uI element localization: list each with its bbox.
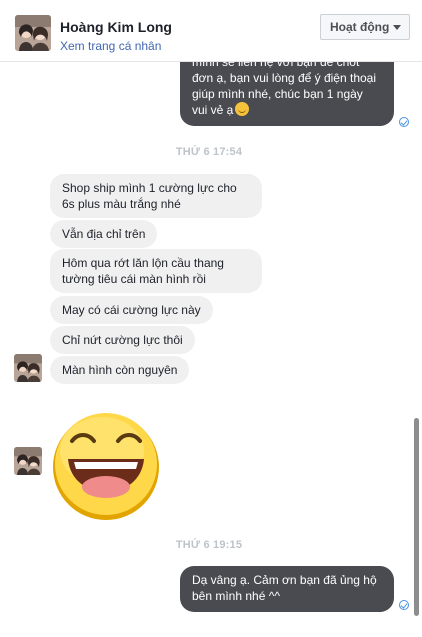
- timestamp: THỨ 6 17:54: [175, 146, 243, 158]
- sender-avatar[interactable]: [14, 447, 42, 475]
- message-text: Màn hình còn nguyên: [62, 363, 178, 377]
- outgoing-message: Dạ vâng ạ. Cảm ơn bạn đã ủng hộ bên mình…: [180, 566, 394, 612]
- outgoing-message: mình sẽ liên hệ với bạn để chốt đơn ạ, b…: [180, 62, 394, 126]
- sender-avatar[interactable]: [14, 354, 42, 382]
- message-text: Vẫn địa chỉ trên: [62, 227, 146, 241]
- message-line: Shop ship mình 1 cường lực cho: [62, 181, 237, 195]
- check-circle-icon: [399, 600, 409, 610]
- timestamp: THỨ 6 19:15: [175, 539, 243, 551]
- incoming-message: Màn hình còn nguyên: [50, 356, 190, 384]
- message-thread[interactable]: mình sẽ liên hệ với bạn để chốt đơn ạ, b…: [0, 62, 422, 637]
- view-profile-link[interactable]: Xem trang cá nhân: [60, 39, 161, 53]
- status-dropdown-button[interactable]: Hoạt động: [320, 14, 410, 40]
- message-line: bên mình nhé ^^: [192, 589, 280, 603]
- message-text: vui vẻ ạ: [192, 103, 234, 117]
- incoming-message: Chỉ nứt cường lực thôi: [50, 326, 195, 354]
- status-label: Hoạt động: [330, 20, 390, 34]
- message-line: giúp mình nhé, chúc bạn 1 ngày: [192, 87, 363, 101]
- incoming-message: Vẫn địa chỉ trên: [50, 220, 158, 248]
- message-line: đơn ạ, bạn vui lòng để ý điện thoại: [192, 71, 377, 85]
- incoming-message: Hôm qua rớt lăn lộn cầu thang tường tiêu…: [50, 249, 262, 293]
- smiling-face-emoji: [235, 102, 250, 116]
- chat-header: Hoàng Kim Long Xem trang cá nhân Hoạt độ…: [0, 0, 422, 62]
- incoming-message: May có cái cường lực này: [50, 296, 213, 324]
- message-line: Hôm qua rớt lăn lộn cầu thang: [62, 256, 224, 270]
- incoming-message: Shop ship mình 1 cường lực cho 6s plus m…: [50, 174, 262, 218]
- chevron-down-icon: [393, 25, 401, 30]
- message-line: mình sẽ liên hệ với bạn để chốt: [192, 62, 360, 69]
- message-text: May có cái cường lực này: [62, 303, 201, 317]
- message-text: Chỉ nứt cường lực thôi: [62, 333, 183, 347]
- message-line: 6s plus màu trắng nhé: [62, 197, 181, 211]
- laughing-face-sticker: [53, 413, 159, 520]
- message-line: Dạ vâng ạ. Cảm ơn bạn đã ủng hộ: [192, 573, 377, 587]
- contact-name[interactable]: Hoàng Kim Long: [60, 19, 172, 35]
- thread-scrollbar[interactable]: [414, 418, 419, 616]
- contact-avatar[interactable]: [15, 15, 51, 51]
- message-line: tường tiêu cái màn hình rồi: [62, 272, 206, 286]
- message-line: vui vẻ ạ: [192, 102, 382, 118]
- check-circle-icon: [399, 117, 409, 127]
